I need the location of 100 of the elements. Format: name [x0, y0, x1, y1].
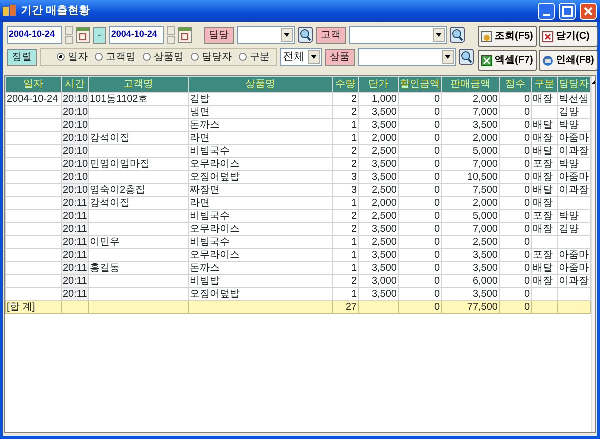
minimize-button[interactable] [538, 2, 555, 20]
table-cell: 포장 [532, 210, 558, 222]
table-cell: 오징어덮밥 [188, 170, 332, 184]
staff-dropdown[interactable] [236, 26, 295, 44]
table-cell: 매장 [532, 274, 558, 288]
table-cell: 3,500 [358, 158, 398, 170]
maximize-button[interactable] [559, 2, 576, 20]
table-cell: 0 [398, 248, 442, 262]
table-cell: 매장 [532, 170, 558, 184]
table-cell: 0 [398, 144, 442, 158]
table-cell: 0 [500, 236, 532, 248]
table-cell: 10,500 [442, 170, 500, 184]
table-cell: 0 [500, 144, 532, 158]
table-cell: 2 [332, 144, 358, 158]
table-cell: 0 [398, 132, 442, 144]
table-cell: 오무라이스 [188, 248, 332, 262]
table-cell: 배달 [532, 262, 558, 274]
table-cell: 매장 [532, 92, 558, 106]
table-cell: 배달 [532, 144, 558, 158]
category-dropdown[interactable]: 전체 [280, 48, 322, 66]
radio-option[interactable]: 담당자 [191, 50, 232, 64]
radio-option[interactable]: 고객명 [95, 50, 136, 64]
action-button[interactable]: 인쇄(F8) [539, 50, 598, 71]
radio-option[interactable]: 일자 [57, 50, 88, 64]
window-title: 기간 매출현황 [21, 4, 92, 19]
table-cell: 포장 [532, 158, 558, 170]
table-cell: 0 [398, 170, 442, 184]
radio-option[interactable]: 상품명 [143, 50, 184, 64]
table-cell: 0 [398, 222, 442, 236]
spin-control[interactable] [167, 26, 176, 44]
caret-icon [311, 55, 317, 59]
table-cell: 2,000 [358, 196, 398, 210]
total-cell: 0 [398, 300, 442, 314]
date-separator: - [93, 26, 106, 44]
table-cell: 0 [500, 158, 532, 170]
table-cell: 3,500 [358, 118, 398, 132]
table-cell: 비빔밥 [188, 274, 332, 288]
table-cell: 1 [332, 262, 358, 274]
table-cell: 2 [332, 158, 358, 170]
action-button[interactable]: 닫기(C) [539, 26, 598, 47]
caret-icon [436, 33, 442, 37]
table-cell: 배달 [532, 118, 558, 132]
table-cell: 2,500 [358, 144, 398, 158]
spin-control[interactable] [65, 26, 73, 44]
table-cell: 0 [398, 106, 442, 118]
table-cell: 2 [332, 106, 358, 118]
table-cell: 강석이집 [88, 132, 188, 144]
table-cell: 0 [398, 184, 442, 196]
table-cell: 3,500 [358, 106, 398, 118]
maximize-icon [561, 4, 574, 18]
search-icon [298, 27, 313, 43]
dropdown-value: 전체 [283, 50, 305, 65]
table-cell: 비빔국수 [188, 210, 332, 222]
table-cell: 2,500 [358, 236, 398, 248]
table-cell: 비빔국수 [188, 236, 332, 248]
table-cell: 2,000 [442, 196, 500, 210]
table-cell: 2004-10-24 [6, 92, 62, 106]
caret-icon [445, 55, 451, 59]
search-icon [450, 27, 465, 43]
action-button[interactable]: 엑셀(F7) [478, 50, 537, 71]
table-cell: 라면 [188, 196, 332, 210]
table-cell: 2,500 [358, 184, 398, 196]
field-label: 상품 [325, 48, 355, 66]
table-cell: 1 [332, 132, 358, 144]
table-cell: 3 [332, 170, 358, 184]
table-cell: 2,500 [358, 210, 398, 222]
table-cell: 5,000 [442, 144, 500, 158]
table-cell: 7,500 [442, 184, 500, 196]
table-cell: 0 [500, 132, 532, 144]
table-cell: 홍길동 [88, 262, 188, 274]
date-field[interactable]: 2004-10-24 [109, 26, 164, 44]
search-icon [459, 49, 474, 65]
date-field[interactable]: 2004-10-24 [7, 26, 62, 44]
table-cell: 5,000 [442, 210, 500, 222]
table-cell: 0 [398, 262, 442, 274]
product-dropdown[interactable] [358, 48, 456, 66]
customer-dropdown[interactable] [348, 26, 447, 44]
table-cell: 0 [500, 106, 532, 118]
table-cell: 3 [332, 184, 358, 196]
table-cell: 3,500 [442, 262, 500, 274]
table-cell: 7,000 [442, 106, 500, 118]
close-icon [582, 4, 595, 18]
close-button[interactable] [580, 2, 597, 20]
table-cell: 강석이집 [88, 196, 188, 210]
table-cell: 3,500 [442, 248, 500, 262]
action-button[interactable]: 조회(F5) [478, 26, 537, 47]
table-cell: 1 [332, 196, 358, 210]
table-cell: 3,500 [358, 170, 398, 184]
table-cell: 3,500 [442, 118, 500, 132]
table-cell: 김밥 [188, 92, 332, 106]
table-cell: 비빔국수 [188, 144, 332, 158]
radio-option[interactable]: 구분 [239, 50, 270, 64]
app-icon [3, 5, 17, 17]
table-cell: 짜장면 [188, 184, 332, 196]
table-cell: 라면 [188, 132, 332, 144]
table-cell: 3,000 [358, 274, 398, 288]
column-header[interactable]: 시간 [62, 76, 88, 92]
table-cell: 6,000 [442, 274, 500, 288]
table-cell: 포장 [532, 248, 558, 262]
table-cell: 0 [398, 118, 442, 132]
